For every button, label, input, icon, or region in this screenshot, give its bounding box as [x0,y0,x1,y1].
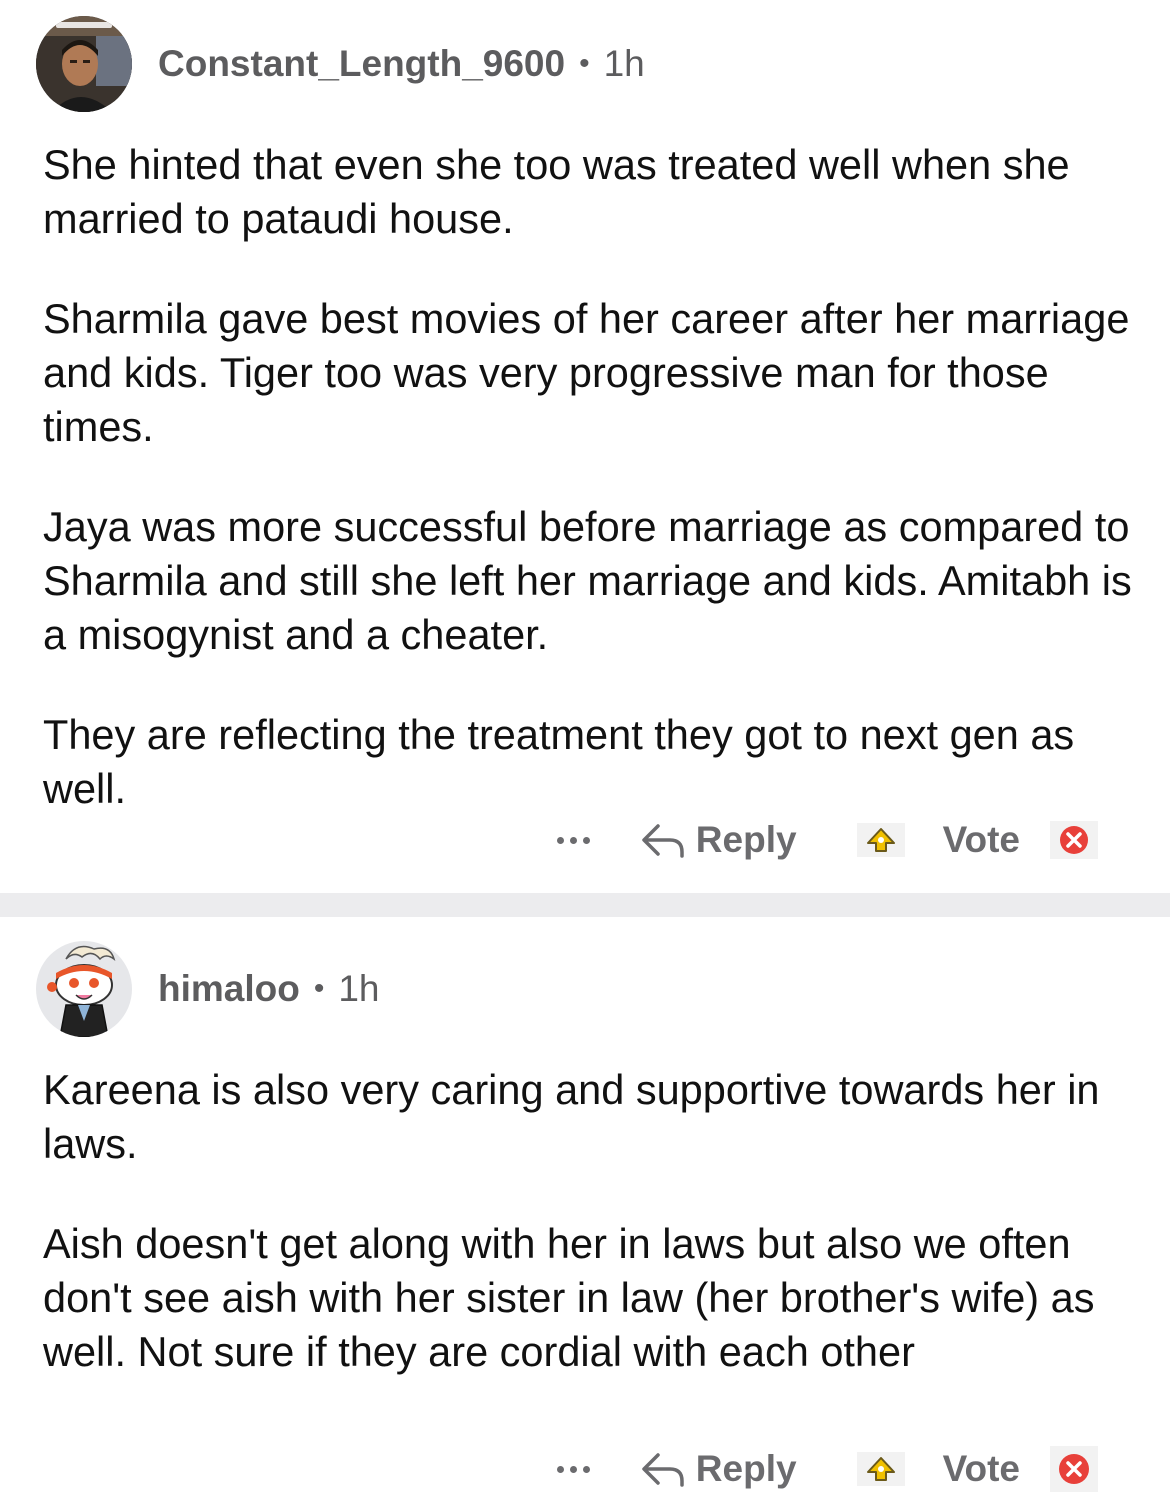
comment-header: himaloo • 1h [36,941,380,1037]
comment-header: Constant_Length_9600 • 1h [36,16,645,112]
reply-arrow-icon [640,820,686,860]
comment-paragraph: Sharmila gave best movies of her career … [43,295,1130,450]
reply-arrow-icon [640,1449,686,1489]
ellipsis-icon [556,1465,564,1473]
user-avatar[interactable] [36,941,132,1037]
comment-age: 1h [338,968,380,1009]
comment-paragraph: Jaya was more successful before marriage… [43,503,1132,658]
comment-actions: Reply Vote [556,812,1098,868]
more-options-button[interactable] [556,1465,590,1473]
downvote-icon[interactable] [1050,1446,1098,1492]
comment-age: 1h [603,43,645,84]
comment-paragraph: Aish doesn't get along with her in laws … [43,1220,1095,1375]
reply-button[interactable]: Reply [640,1448,797,1490]
meta-separator: • [313,972,325,1005]
comment-divider [0,893,1170,917]
more-options-button[interactable] [556,836,590,844]
meta-separator: • [579,47,590,80]
reply-label: Reply [695,1448,797,1489]
comment: himaloo • 1h Kareena is also very caring… [0,917,1170,1507]
reply-button[interactable]: Reply [640,819,797,861]
username[interactable]: Constant_Length_9600 [158,43,565,85]
comment-body: Kareena is also very caring and supporti… [43,1063,1133,1379]
upvote-icon[interactable] [856,1452,905,1486]
vote-label: Vote [942,819,1020,860]
comment: Constant_Length_9600 • 1h She hinted tha… [0,0,1170,893]
comment-body: She hinted that even she too was treated… [43,138,1133,816]
comment-paragraph: They are reflecting the treatment they g… [43,711,1075,812]
comment-actions: Reply Vote [556,1441,1098,1497]
downvote-icon[interactable] [1050,821,1098,859]
comment-paragraph: Kareena is also very caring and supporti… [43,1066,1100,1167]
user-avatar[interactable] [36,16,132,112]
ellipsis-icon [556,836,564,844]
upvote-icon[interactable] [856,823,905,857]
username[interactable]: himaloo [158,968,300,1010]
vote-label: Vote [942,1448,1020,1489]
reply-label: Reply [695,819,797,860]
comment-paragraph: She hinted that even she too was treated… [43,141,1070,242]
